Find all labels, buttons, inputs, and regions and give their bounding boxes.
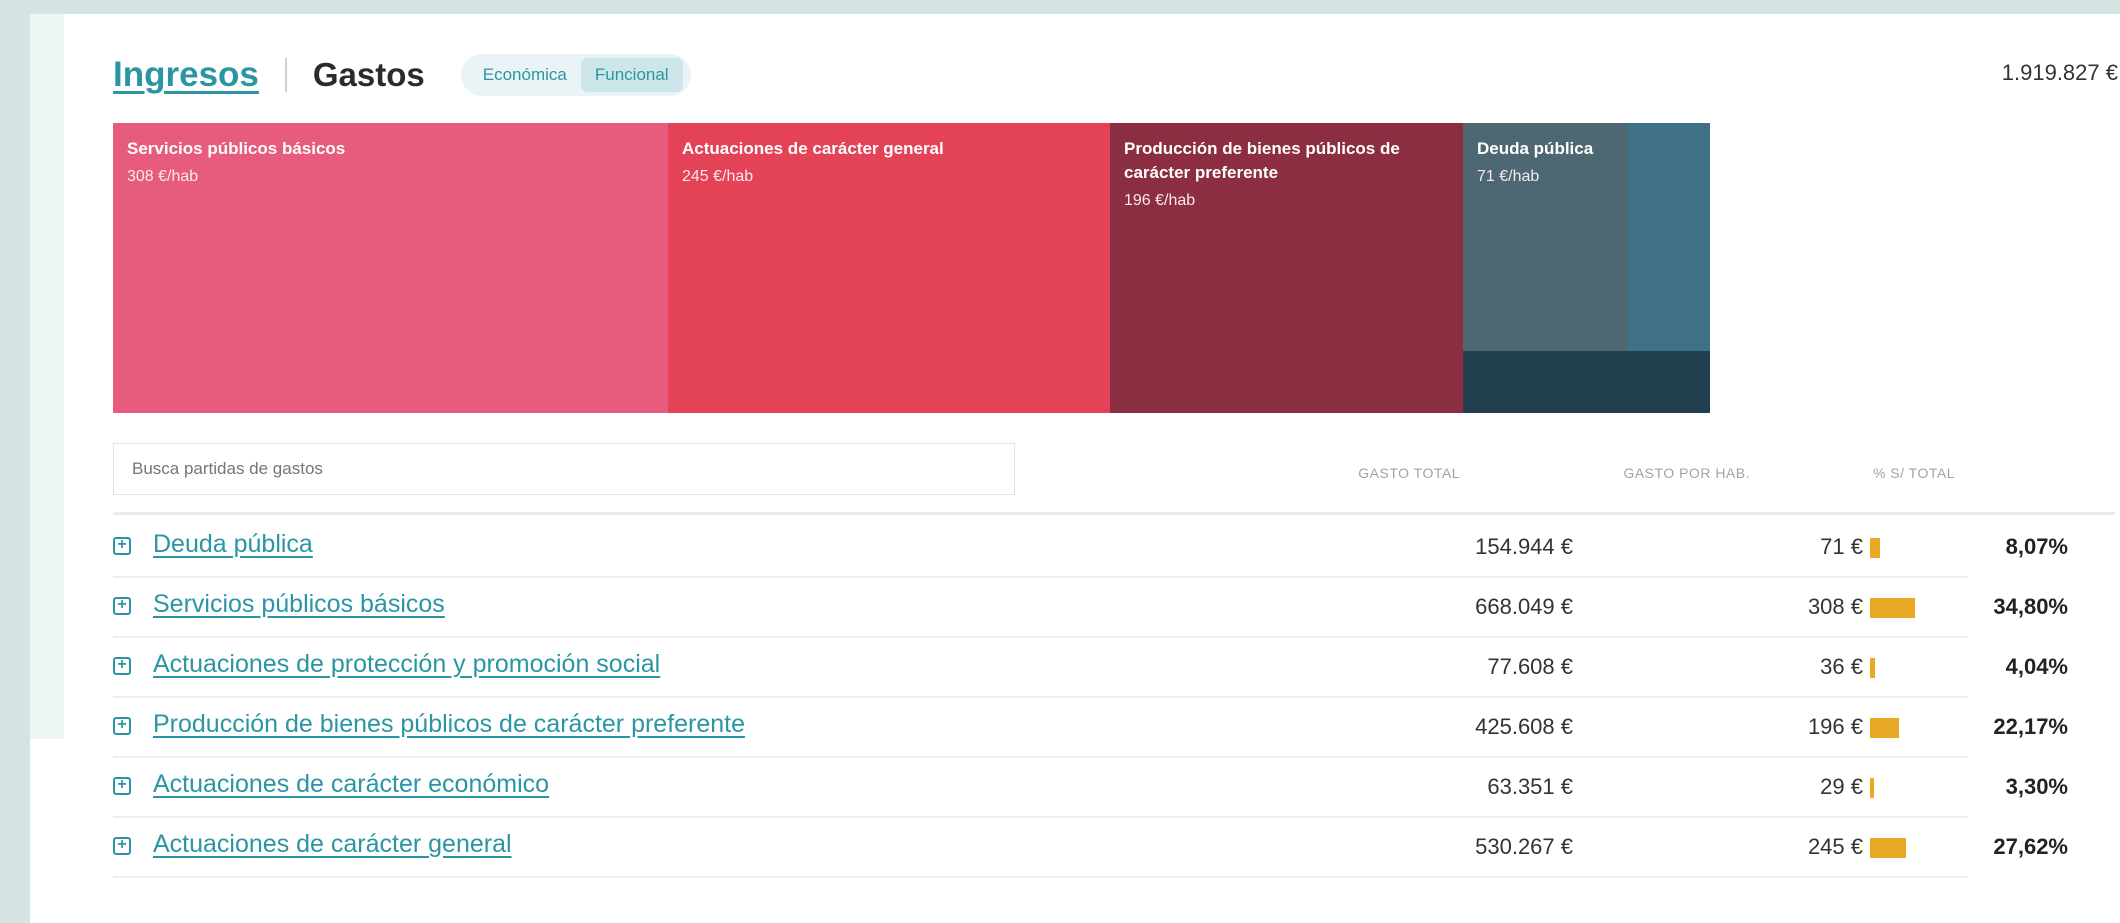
side-strip bbox=[30, 14, 64, 739]
row-per-hab: 29 € bbox=[1820, 774, 1863, 799]
row-pct: 34,80% bbox=[1993, 594, 2068, 619]
row-pct: 27,62% bbox=[1993, 834, 2068, 859]
expand-icon[interactable]: + bbox=[113, 537, 131, 555]
treemap-tile-proteccion[interactable] bbox=[1628, 123, 1710, 351]
tile-value: 308 €/hab bbox=[127, 168, 199, 185]
treemap-tile-actuaciones-general[interactable]: Actuaciones de carácter general 245 €/ha… bbox=[668, 123, 1110, 413]
table-row: + Actuaciones de protección y promoción s… bbox=[113, 638, 2068, 698]
treemap-tile-deuda[interactable]: Deuda pública 71 €/hab bbox=[1463, 123, 1628, 351]
table-row: + Actuaciones de carácter general 530.267 … bbox=[113, 818, 2068, 878]
expand-icon[interactable]: + bbox=[113, 597, 131, 615]
table-row: + Deuda pública 154.944 € 71 € 8,07% bbox=[113, 518, 2068, 578]
tab-ingresos[interactable]: Ingresos bbox=[113, 55, 259, 95]
expand-icon[interactable]: + bbox=[113, 777, 131, 795]
tab-gastos[interactable]: Gastos bbox=[313, 56, 425, 94]
row-share-bar bbox=[1870, 538, 1880, 558]
row-total: 77.608 € bbox=[1487, 654, 1573, 679]
row-total: 668.049 € bbox=[1475, 594, 1573, 619]
table-row: + Producción de bienes públicos de caráct… bbox=[113, 698, 2068, 758]
row-name-link[interactable]: Servicios públicos básicos bbox=[153, 590, 445, 619]
row-per-hab: 196 € bbox=[1807, 714, 1863, 739]
tile-name: Producción de bienes públicos de carácte… bbox=[1124, 139, 1400, 182]
row-per-hab: 245 € bbox=[1807, 834, 1863, 859]
header-rule bbox=[113, 512, 2115, 515]
row-name-link[interactable]: Actuaciones de protección y promoción so… bbox=[153, 650, 660, 679]
column-header-total[interactable]: GASTO TOTAL bbox=[1300, 465, 1460, 481]
expand-icon[interactable]: + bbox=[113, 657, 131, 675]
row-per-hab: 71 € bbox=[1820, 534, 1863, 559]
treemap-tile-servicios[interactable]: Servicios públicos básicos 308 €/hab bbox=[113, 123, 668, 413]
tile-name: Actuaciones de carácter general bbox=[682, 139, 944, 158]
row-name-link[interactable]: Deuda pública bbox=[153, 530, 313, 559]
row-name-link[interactable]: Producción de bienes públicos de carácte… bbox=[153, 710, 745, 739]
tile-value: 245 €/hab bbox=[682, 168, 754, 185]
row-per-hab: 36 € bbox=[1820, 654, 1863, 679]
row-pct: 22,17% bbox=[1993, 714, 2068, 739]
row-total: 530.267 € bbox=[1475, 834, 1573, 859]
tile-value: 196 €/hab bbox=[1124, 192, 1196, 209]
row-share-bar bbox=[1870, 718, 1899, 738]
expand-icon[interactable]: + bbox=[113, 717, 131, 735]
toggle-funcional[interactable]: Funcional bbox=[580, 58, 683, 92]
table-row: + Actuaciones de carácter económico 63.351… bbox=[113, 758, 2068, 818]
row-share-bar bbox=[1870, 778, 1874, 798]
row-pct: 3,30% bbox=[2005, 774, 2068, 799]
row-share-bar bbox=[1870, 658, 1875, 678]
expand-icon[interactable]: + bbox=[113, 837, 131, 855]
row-pct: 8,07% bbox=[2005, 534, 2068, 559]
tab-divider bbox=[284, 58, 287, 92]
column-header-per-hab[interactable]: GASTO POR HAB. bbox=[1550, 465, 1750, 481]
row-name-link[interactable]: Actuaciones de carácter económico bbox=[153, 770, 549, 799]
treemap-tile-produccion[interactable]: Producción de bienes públicos de carácte… bbox=[1110, 123, 1463, 413]
row-share-bar bbox=[1870, 598, 1915, 618]
header: Ingresos Gastos Económica Funcional bbox=[113, 50, 691, 100]
treemap-tile-economico[interactable] bbox=[1463, 351, 1710, 413]
treemap: Servicios públicos básicos 308 €/hab Act… bbox=[113, 123, 1710, 413]
row-total: 154.944 € bbox=[1475, 534, 1573, 559]
view-toggle: Económica Funcional bbox=[460, 54, 691, 96]
row-pct: 4,04% bbox=[2005, 654, 2068, 679]
tile-value: 71 €/hab bbox=[1477, 168, 1540, 185]
toggle-economica[interactable]: Económica bbox=[469, 58, 581, 92]
row-share-bar bbox=[1870, 838, 1906, 858]
budget-total: 1.919.827 € bbox=[2001, 60, 2118, 85]
tile-name: Servicios públicos básicos bbox=[127, 139, 346, 158]
table-row: + Servicios públicos básicos 668.049 € 308 … bbox=[113, 578, 2068, 638]
tile-name: Deuda pública bbox=[1477, 139, 1594, 158]
column-header-pct[interactable]: % S/ TOTAL bbox=[1815, 465, 1955, 481]
row-total: 425.608 € bbox=[1475, 714, 1573, 739]
row-total: 63.351 € bbox=[1487, 774, 1573, 799]
row-per-hab: 308 € bbox=[1807, 594, 1863, 619]
row-name-link[interactable]: Actuaciones de carácter general bbox=[153, 830, 512, 859]
search-input[interactable] bbox=[113, 443, 1015, 495]
